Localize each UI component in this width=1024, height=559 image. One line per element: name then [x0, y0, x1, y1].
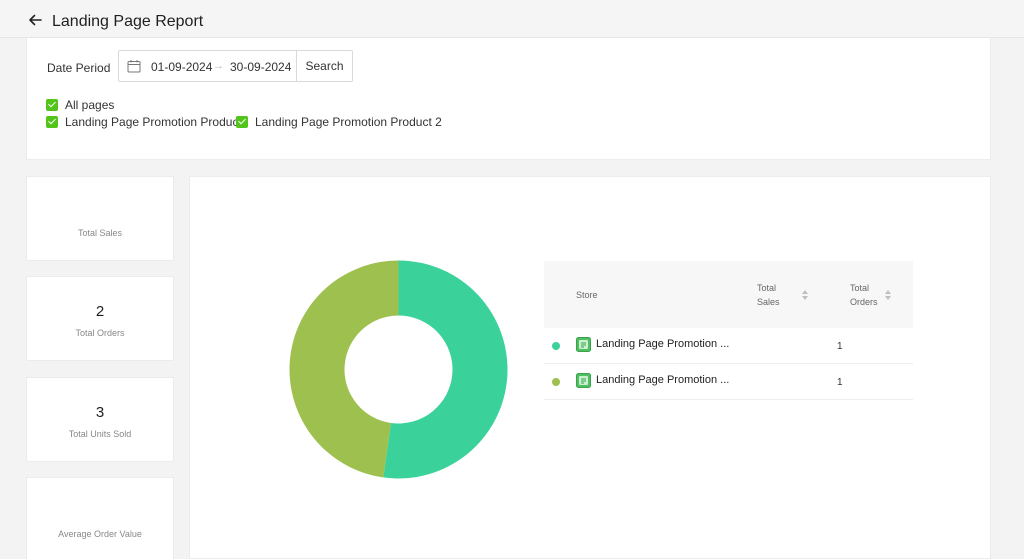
column-header-line: Total: [757, 283, 777, 293]
store-icon: [576, 373, 591, 388]
stat-value: 2: [95, 303, 105, 320]
date-end-input[interactable]: 30-09-2024: [230, 60, 291, 74]
table-row[interactable]: Landing Page Promotion ... 1: [544, 364, 913, 400]
store-name: Landing Page Promotion ...: [596, 338, 730, 350]
checkbox-checked-icon[interactable]: [46, 99, 58, 111]
column-header-total-sales[interactable]: Total Sales: [757, 281, 780, 309]
checkbox-label: All pages: [65, 98, 115, 112]
checkbox-landing-page-2[interactable]: Landing Page Promotion Product 2: [236, 115, 442, 129]
checkbox-checked-icon[interactable]: [46, 116, 58, 128]
legend-dot: [552, 378, 560, 386]
legend-dot: [552, 342, 560, 350]
stat-label: Average Order Value: [58, 529, 142, 539]
column-header-line: Sales: [757, 297, 780, 307]
donut-chart: [289, 260, 508, 479]
column-header-store: Store: [576, 290, 598, 300]
donut-slice-2[interactable]: [289, 260, 399, 478]
filter-panel: Date Period 01-09-2024 → 30-09-2024 Sear…: [26, 38, 991, 160]
store-table: Store Total Sales Total Orders Landing P…: [544, 261, 913, 400]
stat-card-total-units-sold: 3 Total Units Sold: [26, 377, 174, 462]
table-row[interactable]: Landing Page Promotion ... 1: [544, 328, 913, 364]
calendar-icon: [127, 60, 141, 73]
chart-panel: Store Total Sales Total Orders Landing P…: [189, 176, 991, 559]
stat-value: 3: [95, 404, 105, 421]
total-orders-cell: 1: [837, 341, 843, 352]
column-header-line: Orders: [850, 297, 878, 307]
date-period-label: Date Period: [47, 61, 111, 75]
checkbox-landing-page-1[interactable]: Landing Page Promotion Product: [46, 115, 242, 129]
column-header-line: Total: [850, 283, 870, 293]
stat-label: Total Sales: [77, 228, 123, 238]
stat-label: Total Orders: [75, 328, 125, 338]
checkbox-checked-icon[interactable]: [236, 116, 248, 128]
total-orders-cell: 1: [837, 377, 843, 388]
page-header: Landing Page Report: [0, 0, 1024, 38]
checkbox-label: Landing Page Promotion Product 2: [255, 115, 442, 129]
store-icon: [576, 337, 591, 352]
search-button[interactable]: Search: [296, 50, 353, 82]
checkbox-label: Landing Page Promotion Product: [65, 115, 242, 129]
arrow-left-icon[interactable]: [26, 11, 44, 29]
page-title: Landing Page Report: [52, 13, 204, 30]
stat-card-total-orders: 2 Total Orders: [26, 276, 174, 361]
sort-icon[interactable]: [802, 290, 808, 300]
stat-card-average-order-value: Average Order Value: [26, 477, 174, 559]
column-header-total-orders[interactable]: Total Orders: [850, 281, 878, 309]
store-name: Landing Page Promotion ...: [596, 374, 730, 386]
table-header: Store Total Sales Total Orders: [544, 261, 913, 328]
sort-icon[interactable]: [885, 290, 891, 300]
date-start-input[interactable]: 01-09-2024: [151, 60, 212, 74]
date-range-picker[interactable]: 01-09-2024 → 30-09-2024: [118, 50, 298, 82]
stat-card-total-sales: Total Sales: [26, 176, 174, 261]
donut-slice-1[interactable]: [383, 260, 508, 479]
checkbox-all-pages[interactable]: All pages: [46, 98, 114, 112]
stat-label: Total Units Sold: [68, 429, 132, 439]
date-range-arrow-icon: →: [213, 60, 224, 72]
